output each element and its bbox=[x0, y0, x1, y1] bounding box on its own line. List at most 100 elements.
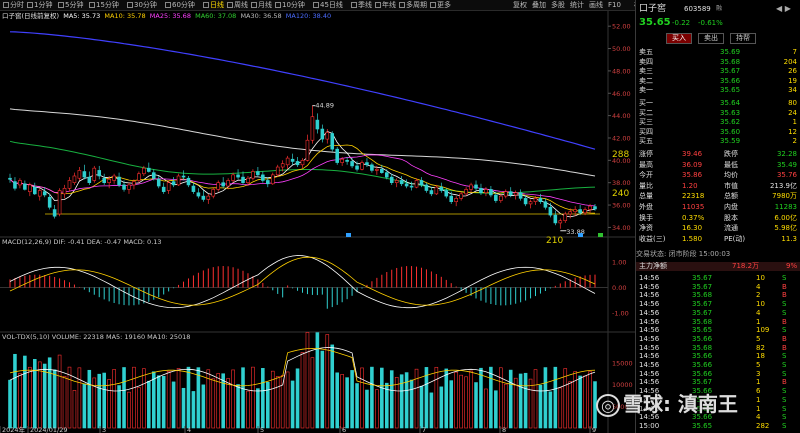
candle-body bbox=[325, 132, 330, 140]
candle-body bbox=[132, 181, 136, 186]
candle-body bbox=[246, 177, 250, 183]
tick-time: 14:56 bbox=[639, 326, 660, 335]
tick-price: 35.66 bbox=[692, 361, 713, 369]
toolbar-right-4[interactable]: 画线 bbox=[589, 1, 603, 10]
checkbox-icon bbox=[313, 2, 319, 8]
tab-period-9[interactable]: 10分钟 bbox=[275, 1, 305, 10]
tab-period-3[interactable]: 15分钟 bbox=[89, 1, 119, 10]
order-book-row[interactable]: 卖一 35.65 34 bbox=[636, 86, 800, 95]
buy-button[interactable]: 买入 bbox=[666, 33, 692, 44]
candle-body bbox=[122, 184, 126, 190]
tab-period-11[interactable]: 季线 bbox=[351, 1, 372, 10]
date-tick-label: 4 bbox=[187, 426, 191, 433]
checkbox-icon bbox=[27, 2, 33, 8]
toolbar-right-0[interactable]: 复权 bbox=[513, 1, 527, 10]
tick-time: 14:56 bbox=[639, 343, 660, 352]
stat-row: 量比 1.20 市值 213.9亿 bbox=[636, 182, 800, 191]
order-book-row[interactable]: 买二 35.63 24 bbox=[636, 109, 800, 118]
tab-period-6[interactable]: 日线 bbox=[203, 1, 224, 10]
candle-body bbox=[196, 192, 201, 197]
volume-bar bbox=[211, 378, 216, 429]
candle-body bbox=[419, 180, 424, 186]
stat-value: 16.30 bbox=[682, 224, 703, 233]
order-book-row[interactable]: 买五 35.59 2 bbox=[636, 137, 800, 146]
toolbar-right-5[interactable]: F10 bbox=[608, 1, 621, 10]
tab-period-8[interactable]: 月线 bbox=[251, 1, 272, 10]
volume-bar bbox=[518, 373, 523, 429]
candle-body bbox=[275, 166, 280, 176]
tick-row: 14:56 35.66 5 S bbox=[636, 361, 800, 370]
tab-label: 月线 bbox=[258, 1, 272, 9]
main-flow-pct: 9% bbox=[786, 262, 798, 270]
order-book-row[interactable]: 卖二 35.66 19 bbox=[636, 77, 800, 86]
ma10-line bbox=[9, 144, 596, 214]
candle-body bbox=[439, 186, 444, 191]
book-volume: 12 bbox=[788, 127, 797, 136]
tab-period-13[interactable]: 多周期 bbox=[399, 1, 427, 10]
tab-label: 1分钟 bbox=[34, 1, 53, 9]
tab-period-5[interactable]: 60分钟 bbox=[165, 1, 195, 10]
tab-label: 30分钟 bbox=[134, 1, 157, 9]
order-book-row[interactable]: 买三 35.62 1 bbox=[636, 118, 800, 127]
tick-side: B bbox=[782, 378, 787, 387]
candle-body bbox=[87, 176, 92, 183]
volume-bar bbox=[57, 354, 62, 429]
tab-label: 周线 bbox=[234, 1, 248, 9]
tab-period-4[interactable]: 30分钟 bbox=[127, 1, 157, 10]
price-tick-label: 38.00 bbox=[612, 179, 631, 187]
toolbar-right-2[interactable]: 多股 bbox=[551, 1, 565, 10]
tick-volume: 3 bbox=[756, 369, 761, 378]
tick-side: S bbox=[782, 361, 787, 369]
tick-volume: 10 bbox=[756, 274, 765, 282]
order-book-row[interactable]: 卖五 35.69 7 bbox=[636, 48, 800, 57]
candle-body bbox=[370, 164, 374, 171]
candle-body bbox=[151, 172, 156, 179]
tick-volume: 4 bbox=[756, 282, 761, 291]
volume-bar bbox=[117, 385, 121, 429]
tick-time: 14:56 bbox=[639, 378, 660, 387]
kline-chart[interactable]: 52.00 50.00 48.00 46.00 44.00 42.00 4 0.00 38.00… bbox=[0, 11, 635, 433]
tab-period-2[interactable]: 5分钟 bbox=[58, 1, 83, 10]
volume-bar bbox=[275, 376, 280, 429]
toolbar-right-3[interactable]: 统计 bbox=[570, 1, 584, 10]
hold-button[interactable]: 持帮 bbox=[730, 33, 756, 44]
volume-bar bbox=[295, 368, 300, 429]
candle-body bbox=[583, 209, 587, 214]
order-book-row[interactable]: 卖四 35.68 204 bbox=[636, 58, 800, 67]
stat-row: 涨停 39.46 跌停 32.28 bbox=[636, 150, 800, 159]
book-volume: 80 bbox=[788, 99, 797, 107]
tab-period-12[interactable]: 年线 bbox=[375, 1, 396, 10]
header-nav-icon[interactable]: ◀ ▶ bbox=[776, 3, 791, 15]
tick-side: S bbox=[782, 352, 787, 361]
tick-side: B bbox=[782, 291, 787, 300]
tick-side: S bbox=[782, 308, 787, 317]
stat-label: 内盘 bbox=[724, 203, 738, 211]
order-book-row[interactable]: 买一 35.64 80 bbox=[636, 99, 800, 108]
order-book-row[interactable]: 买四 35.60 12 bbox=[636, 128, 800, 137]
book-volume: 2 bbox=[792, 137, 797, 146]
tick-volume: 10 bbox=[756, 300, 765, 309]
stat-label: 流通 bbox=[724, 224, 738, 233]
tab-period-1[interactable]: 1分钟 bbox=[27, 1, 52, 10]
candle-body bbox=[399, 180, 404, 185]
tab-period-10[interactable]: 45日线 bbox=[313, 1, 343, 10]
tab-period-7[interactable]: 周线 bbox=[227, 1, 248, 10]
tab-period-14[interactable]: 更多 bbox=[430, 1, 451, 10]
volume-bar bbox=[548, 391, 553, 429]
tick-side: S bbox=[782, 274, 787, 282]
watermark-text: 雪球: 滇南王 bbox=[622, 392, 738, 416]
candle-body bbox=[251, 171, 255, 179]
margin-tag: 融 bbox=[716, 5, 723, 12]
quote-stock-name: 口子窖 bbox=[639, 4, 667, 14]
candle-body bbox=[479, 187, 483, 194]
event-marker bbox=[598, 233, 603, 237]
candle-body bbox=[216, 182, 221, 190]
candle-body bbox=[285, 157, 290, 166]
tab-period-0[interactable]: 分时 bbox=[3, 1, 24, 10]
stat-value: 35.76 bbox=[776, 171, 797, 180]
sell-button[interactable]: 卖出 bbox=[698, 33, 724, 44]
order-book-row[interactable]: 卖三 35.67 26 bbox=[636, 67, 800, 76]
candle-body bbox=[201, 195, 206, 200]
volume-bar bbox=[459, 374, 463, 429]
toolbar-right-1[interactable]: 叠加 bbox=[532, 1, 546, 10]
